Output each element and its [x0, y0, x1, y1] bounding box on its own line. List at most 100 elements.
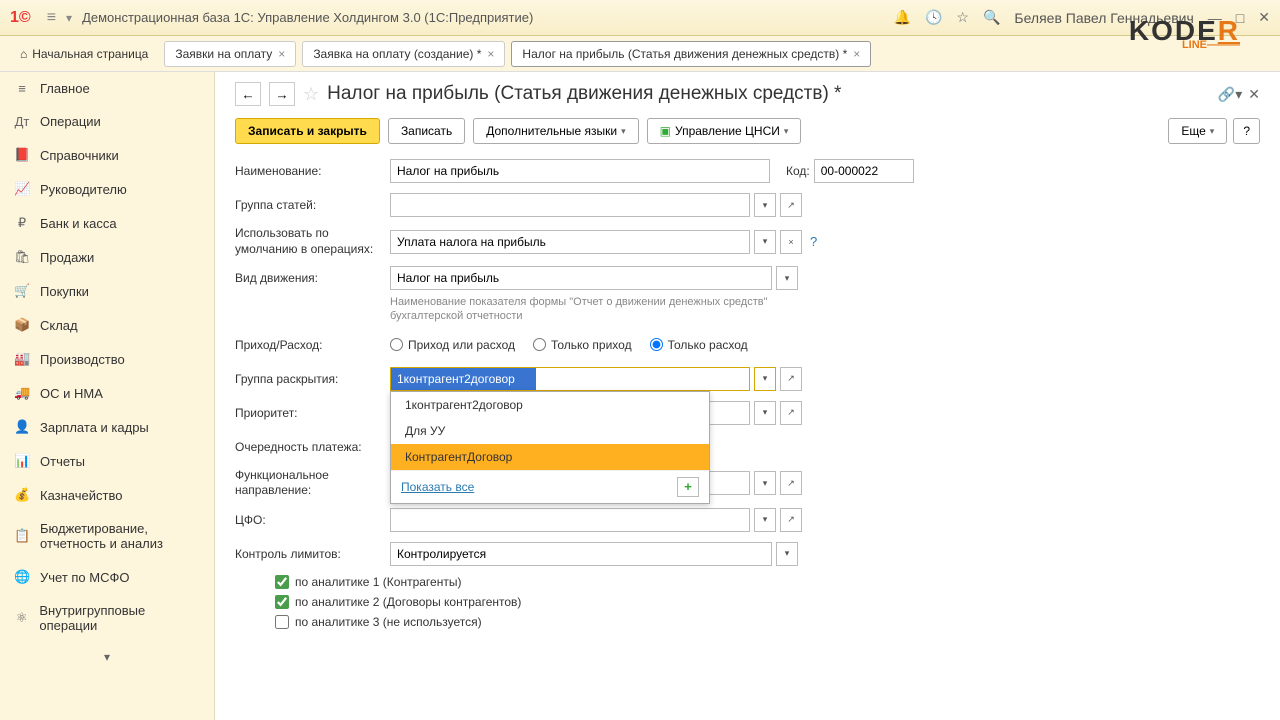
open-icon[interactable]: ↗: [780, 367, 802, 391]
dropdown-item[interactable]: КонтрагентДоговор: [391, 444, 709, 470]
close-page-icon[interactable]: ✕: [1248, 86, 1260, 103]
sidebar-expand[interactable]: ▾: [0, 642, 214, 672]
bell-icon[interactable]: 🔔: [894, 9, 911, 26]
sidebar-item[interactable]: 📋Бюджетирование, отчетность и анализ: [0, 512, 214, 560]
open-icon[interactable]: ↗: [780, 471, 802, 495]
sidebar-item[interactable]: 👤Зарплата и кадры: [0, 410, 214, 444]
sidebar-icon: 📦: [14, 317, 30, 333]
open-icon[interactable]: ↗: [780, 401, 802, 425]
close-icon[interactable]: ×: [487, 47, 494, 61]
content: ← → ☆ Налог на прибыль (Статья движения …: [215, 72, 1280, 720]
user-name[interactable]: Беляев Павел Геннадьевич: [1014, 10, 1193, 26]
sidebar-item[interactable]: 📈Руководителю: [0, 172, 214, 206]
add-button[interactable]: +: [677, 477, 699, 497]
favorite-icon[interactable]: ☆: [303, 84, 319, 105]
sidebar-item[interactable]: 🛒Покупки: [0, 274, 214, 308]
tab-tax[interactable]: Налог на прибыль (Статья движения денежн…: [511, 41, 871, 67]
open-icon[interactable]: ↗: [780, 508, 802, 532]
dropdown-icon[interactable]: ▾: [66, 11, 72, 25]
group-input[interactable]: [390, 193, 750, 217]
dropdown-icon[interactable]: ▾: [776, 542, 798, 566]
code-input[interactable]: [814, 159, 914, 183]
sidebar-item[interactable]: 📊Отчеты: [0, 444, 214, 478]
sidebar-item[interactable]: 🚚ОС и НМА: [0, 376, 214, 410]
dropdown-item[interactable]: Для УУ: [391, 418, 709, 444]
default-op-label: Использовать по умолчанию в операциях:: [235, 226, 390, 257]
name-input[interactable]: [390, 159, 770, 183]
sidebar-icon: 🚚: [14, 385, 30, 401]
dropdown-icon[interactable]: ▾: [754, 230, 776, 254]
home-tab[interactable]: ⌂ Начальная страница: [10, 41, 158, 67]
sidebar-item[interactable]: 💰Казначейство: [0, 478, 214, 512]
sidebar-label: Бюджетирование, отчетность и анализ: [40, 521, 200, 551]
dropdown-icon[interactable]: ▾: [754, 471, 776, 495]
sidebar: ≡ГлавноеДтОперации📕Справочники📈Руководит…: [0, 72, 215, 720]
sidebar-item[interactable]: ⚛Внутригрупповые операции: [0, 594, 214, 642]
analytics1-checkbox[interactable]: [275, 575, 289, 589]
history-icon[interactable]: 🕓: [925, 9, 942, 26]
cnsi-button[interactable]: ▣ Управление ЦНСИ: [647, 118, 802, 144]
disclosure-input[interactable]: [390, 367, 750, 391]
analytics1-label: по аналитике 1 (Контрагенты): [295, 575, 461, 589]
help-icon[interactable]: ?: [810, 234, 817, 249]
languages-button[interactable]: Дополнительные языки: [473, 118, 638, 144]
analytics3-checkbox[interactable]: [275, 615, 289, 629]
dropdown-icon[interactable]: ▾: [754, 367, 776, 391]
dropdown-item[interactable]: 1контрагент2договор: [391, 392, 709, 418]
link-icon[interactable]: 🔗▾: [1218, 86, 1242, 103]
name-label: Наименование:: [235, 164, 390, 178]
page-title: Налог на прибыль (Статья движения денежн…: [327, 83, 841, 105]
tab-requests[interactable]: Заявки на оплату×: [164, 41, 296, 67]
home-label: Начальная страница: [32, 47, 148, 61]
sidebar-icon: 📈: [14, 181, 30, 197]
sidebar-item[interactable]: 📕Справочники: [0, 138, 214, 172]
sidebar-label: Зарплата и кадры: [40, 420, 149, 435]
cfo-input[interactable]: [390, 508, 750, 532]
dropdown-list: 1контрагент2договор Для УУ КонтрагентДог…: [390, 391, 710, 504]
limit-input[interactable]: [390, 542, 772, 566]
in-out-label: Приход/Расход:: [235, 338, 390, 352]
search-icon[interactable]: 🔍: [983, 9, 1000, 26]
save-close-button[interactable]: Записать и закрыть: [235, 118, 380, 144]
sidebar-item[interactable]: 🌐Учет по МСФО: [0, 560, 214, 594]
close-icon[interactable]: ×: [853, 47, 860, 61]
close-icon[interactable]: ×: [278, 47, 285, 61]
clear-icon[interactable]: ×: [780, 230, 802, 254]
analytics2-checkbox[interactable]: [275, 595, 289, 609]
default-op-input[interactable]: [390, 230, 750, 254]
save-button[interactable]: Записать: [388, 118, 465, 144]
sidebar-item[interactable]: ₽Банк и касса: [0, 206, 214, 240]
tab-request-new[interactable]: Заявка на оплату (создание) *×: [302, 41, 505, 67]
limit-label: Контроль лимитов:: [235, 547, 390, 561]
sidebar-icon: 🌐: [14, 569, 30, 585]
dropdown-icon[interactable]: ▾: [754, 193, 776, 217]
dropdown-icon[interactable]: ▾: [754, 508, 776, 532]
close-icon[interactable]: ✕: [1258, 9, 1270, 26]
help-button[interactable]: ?: [1233, 118, 1260, 144]
show-all-link[interactable]: Показать все: [401, 480, 474, 494]
sidebar-item[interactable]: 📦Склад: [0, 308, 214, 342]
movement-label: Вид движения:: [235, 271, 390, 285]
radio-in[interactable]: Только приход: [533, 338, 632, 352]
movement-input[interactable]: [390, 266, 772, 290]
sidebar-icon: 🛍: [14, 249, 30, 265]
open-icon[interactable]: ↗: [780, 193, 802, 217]
radio-out[interactable]: Только расход: [650, 338, 748, 352]
star-icon[interactable]: ☆: [956, 9, 969, 26]
sidebar-item[interactable]: ≡Главное: [0, 72, 214, 105]
radio-both[interactable]: Приход или расход: [390, 338, 515, 352]
dropdown-icon[interactable]: ▾: [754, 401, 776, 425]
sidebar-label: Главное: [40, 81, 90, 96]
sidebar-item[interactable]: ДтОперации: [0, 105, 214, 138]
menu-icon[interactable]: ≡: [47, 9, 56, 27]
sidebar-item[interactable]: 🏭Производство: [0, 342, 214, 376]
sidebar-icon: 🛒: [14, 283, 30, 299]
sidebar-label: Справочники: [40, 148, 119, 163]
sidebar-item[interactable]: 🛍Продажи: [0, 240, 214, 274]
back-button[interactable]: ←: [235, 82, 261, 106]
forward-button[interactable]: →: [269, 82, 295, 106]
more-button[interactable]: Еще: [1168, 118, 1227, 144]
dropdown-icon[interactable]: ▾: [776, 266, 798, 290]
minimize-icon[interactable]: —: [1208, 10, 1222, 26]
maximize-icon[interactable]: □: [1236, 10, 1244, 26]
